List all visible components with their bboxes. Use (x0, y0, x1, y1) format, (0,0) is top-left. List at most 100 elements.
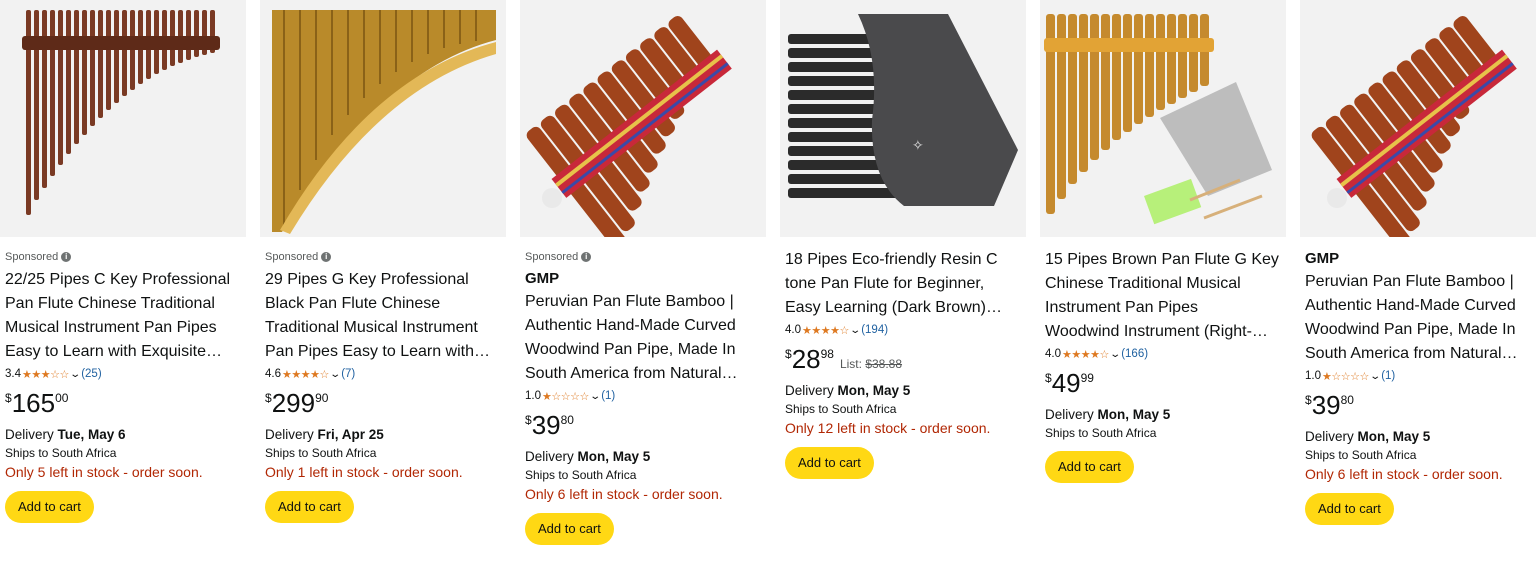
add-to-cart-button[interactable]: Add to cart (1045, 451, 1134, 483)
price-fraction: 00 (55, 391, 69, 405)
review-count-link[interactable]: (1) (601, 390, 615, 402)
stock-warning: Only 1 left in stock - order soon. (265, 464, 463, 480)
price[interactable]: $ 28 98 List: $38.88 (785, 344, 1022, 376)
delivery-info: Delivery Mon, May 5 (525, 448, 762, 466)
review-count-link[interactable]: (25) (81, 368, 101, 380)
chevron-down-icon[interactable]: ⌄ (589, 391, 601, 402)
delivery-prefix: Delivery (785, 383, 838, 398)
ships-to-label: Ships to South Africa (265, 446, 377, 460)
product-title[interactable]: 18 Pipes Eco-friendly Resin C tone Pan F… (785, 248, 1022, 320)
delivery-info: Delivery Mon, May 5 (1045, 406, 1282, 424)
add-to-cart-button[interactable]: Add to cart (265, 491, 354, 523)
rating-value: 3.4 (5, 368, 21, 380)
delivery-info: Delivery Fri, Apr 25 (265, 426, 502, 444)
delivery-date: Mon, May 5 (837, 383, 911, 398)
product-card: GMP Peruvian Pan Flute Bamboo | Authenti… (1300, 0, 1536, 566)
product-image[interactable] (1040, 0, 1286, 237)
delivery-prefix: Delivery (1045, 407, 1098, 422)
review-count-link[interactable]: (166) (1121, 348, 1148, 360)
info-icon[interactable]: i (321, 252, 332, 262)
delivery-date: Mon, May 5 (1357, 429, 1431, 444)
price-whole: 49 (1051, 368, 1081, 398)
chevron-down-icon[interactable]: ⌄ (69, 369, 81, 380)
delivery-prefix: Delivery (265, 427, 318, 442)
star-rating-icon[interactable]: ★★★★☆ (1062, 348, 1109, 361)
product-title[interactable]: Peruvian Pan Flute Bamboo | Authentic Ha… (525, 290, 762, 386)
add-to-cart-button[interactable]: Add to cart (1305, 493, 1394, 525)
chevron-down-icon[interactable]: ⌄ (329, 369, 341, 380)
sponsored-label[interactable]: Sponsored i (265, 250, 502, 264)
add-to-cart-button[interactable]: Add to cart (785, 447, 874, 479)
delivery-date: Tue, May 6 (57, 427, 126, 442)
rating-row: 3.4 ★★★☆☆ ⌄ (25) (5, 365, 242, 383)
product-card: Sponsored i 22/25 Pipes C Key Profession… (0, 0, 246, 566)
sponsored-text: Sponsored (525, 251, 579, 263)
sponsored-label[interactable]: Sponsored i (525, 250, 762, 264)
chevron-down-icon[interactable]: ⌄ (849, 325, 861, 336)
price[interactable]: $ 299 90 (265, 388, 502, 420)
price-whole: 39 (531, 410, 561, 440)
product-image[interactable] (520, 0, 766, 237)
review-count-link[interactable]: (1) (1381, 370, 1395, 382)
ships-to-label: Ships to South Africa (525, 468, 637, 482)
product-title[interactable]: 15 Pipes Brown Pan Flute G Key Chinese T… (1045, 248, 1282, 344)
rating-row: 1.0 ★☆☆☆☆ ⌄ (1) (1305, 367, 1532, 385)
product-image[interactable] (260, 0, 506, 237)
product-title[interactable]: 29 Pipes G Key Professional Black Pan Fl… (265, 268, 502, 364)
star-rating-icon[interactable]: ★☆☆☆☆ (1322, 370, 1369, 383)
product-title[interactable]: Peruvian Pan Flute Bamboo | Authentic Ha… (1305, 270, 1532, 366)
star-rating-icon[interactable]: ★★★★☆ (282, 368, 329, 381)
delivery-info: Delivery Tue, May 6 (5, 426, 242, 444)
product-image[interactable]: ✧ (780, 0, 1026, 237)
delivery-info: Delivery Mon, May 5 (785, 382, 1022, 400)
product-card: ✧ 18 Pipes Eco-friendly Resin C tone Pan… (780, 0, 1026, 566)
chevron-down-icon[interactable]: ⌄ (1369, 371, 1381, 382)
star-rating-icon[interactable]: ★★★☆☆ (22, 368, 69, 381)
price-currency: $ (1045, 371, 1052, 385)
rating-value: 4.0 (1045, 348, 1061, 360)
price[interactable]: $ 165 00 (5, 388, 242, 420)
review-count-link[interactable]: (7) (341, 368, 355, 380)
sponsored-text: Sponsored (265, 251, 319, 263)
stock-warning: Only 6 left in stock - order soon. (525, 486, 723, 502)
brand-name: GMP (1305, 250, 1340, 267)
stock-warning: Only 5 left in stock - order soon. (5, 464, 203, 480)
chevron-down-icon[interactable]: ⌄ (1109, 349, 1121, 360)
info-icon[interactable]: i (581, 252, 592, 262)
delivery-date: Fri, Apr 25 (317, 427, 384, 442)
stock-warning: Only 12 left in stock - order soon. (785, 420, 991, 436)
price[interactable]: $ 39 80 (525, 410, 762, 442)
price-currency: $ (265, 391, 272, 405)
star-rating-icon[interactable]: ★☆☆☆☆ (542, 390, 589, 403)
delivery-prefix: Delivery (5, 427, 58, 442)
product-grid: Sponsored i 22/25 Pipes C Key Profession… (0, 0, 1536, 566)
review-count-link[interactable]: (194) (861, 324, 888, 336)
price-fraction: 99 (1080, 371, 1094, 385)
list-price-label: List: (839, 357, 866, 371)
rating-row: 4.0 ★★★★☆ ⌄ (194) (785, 321, 1022, 339)
brand-name: GMP (525, 270, 560, 287)
product-image[interactable] (0, 0, 246, 237)
list-price: List: $38.88 (840, 357, 902, 371)
product-card: Sponsored i 29 Pipes G Key Professional … (260, 0, 506, 566)
product-image[interactable] (1300, 0, 1536, 237)
rating-value: 4.0 (785, 324, 801, 336)
delivery-info: Delivery Mon, May 5 (1305, 428, 1532, 446)
price[interactable]: $ 49 99 (1045, 368, 1282, 400)
price-currency: $ (525, 413, 532, 427)
sponsored-label[interactable]: Sponsored i (5, 250, 242, 264)
info-icon[interactable]: i (61, 252, 72, 262)
add-to-cart-button[interactable]: Add to cart (525, 513, 614, 545)
delivery-date: Mon, May 5 (1097, 407, 1171, 422)
star-rating-icon[interactable]: ★★★★☆ (802, 324, 849, 337)
add-to-cart-button[interactable]: Add to cart (5, 491, 94, 523)
stock-warning: Only 6 left in stock - order soon. (1305, 466, 1503, 482)
svg-text:✧: ✧ (912, 139, 924, 154)
price-fraction: 80 (1340, 393, 1354, 407)
price-fraction: 90 (315, 391, 329, 405)
product-title[interactable]: 22/25 Pipes C Key Professional Pan Flute… (5, 268, 242, 364)
price-whole: 299 (271, 388, 316, 418)
price[interactable]: $ 39 80 (1305, 390, 1532, 422)
price-currency: $ (5, 391, 12, 405)
ships-to-label: Ships to South Africa (5, 446, 117, 460)
